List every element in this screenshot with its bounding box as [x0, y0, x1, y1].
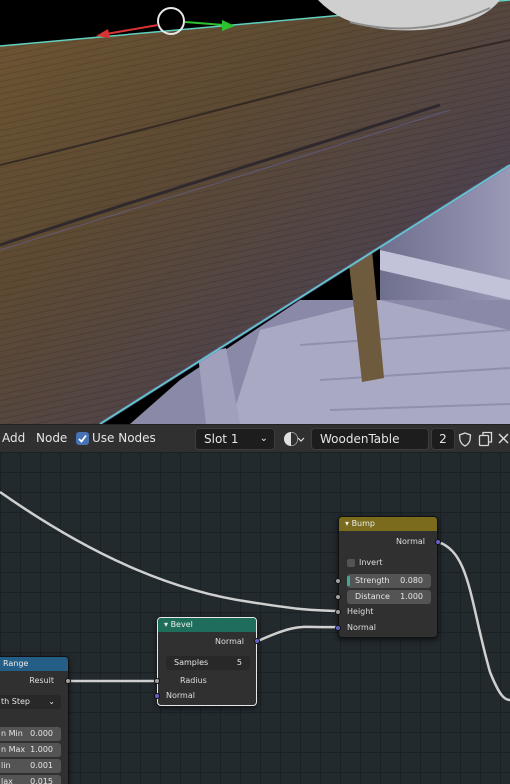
to-min-label: lin	[1, 761, 11, 770]
fake-user-shield-icon[interactable]	[458, 432, 472, 450]
samples-label: Samples	[174, 658, 209, 667]
interpolation-dropdown[interactable]: th Step ⌄	[0, 695, 61, 709]
to-max-label: lax	[1, 777, 13, 784]
3d-viewport[interactable]	[0, 0, 510, 424]
to-min-field[interactable]: lin 0.001	[0, 759, 61, 773]
use-nodes-checkbox[interactable]	[76, 432, 89, 445]
close-icon[interactable]	[498, 433, 509, 447]
bevel-normal-output-socket[interactable]	[254, 638, 260, 644]
link-bevel-to-bump	[257, 625, 339, 643]
samples-field[interactable]: Samples 5	[166, 656, 250, 670]
bevel-node-header[interactable]: ▾ Bevel	[158, 618, 256, 632]
from-max-value: 1.000	[30, 745, 53, 754]
map-range-node-title: Range	[3, 659, 29, 668]
chevron-down-icon: ⌄	[259, 433, 268, 444]
bump-normal-output-socket[interactable]	[435, 539, 441, 545]
map-range-node-header[interactable]: Range	[0, 657, 68, 671]
bevel-normal-input-label: Normal	[166, 691, 195, 700]
user-count: 2	[439, 432, 447, 446]
bump-node-title: Bump	[351, 519, 375, 528]
use-nodes-label: Use Nodes	[92, 431, 156, 445]
map-range-result-socket[interactable]	[65, 678, 71, 684]
invert-checkbox[interactable]	[347, 559, 355, 567]
material-name: WoodenTable	[320, 432, 400, 446]
transform-gizmo[interactable]	[0, 0, 510, 60]
bump-output-normal-label: Normal	[396, 537, 425, 546]
interpolation-value: th Step	[1, 697, 30, 706]
slot-value: Slot 1	[204, 432, 239, 446]
radius-socket[interactable]	[154, 678, 160, 684]
duplicate-icon[interactable]	[478, 431, 493, 450]
link-to-bump-height	[0, 490, 339, 613]
distance-label: Distance	[355, 592, 390, 601]
chevron-down-icon: ⌄	[48, 697, 55, 706]
collapse-arrow-icon[interactable]: ▾	[164, 620, 168, 629]
from-min-label: n Min	[1, 729, 23, 738]
distance-field[interactable]: Distance 1.000	[347, 590, 431, 604]
samples-value: 5	[236, 658, 242, 667]
link-bump-out	[437, 540, 510, 702]
height-socket[interactable]	[335, 609, 341, 615]
strength-socket[interactable]	[335, 578, 341, 584]
invert-label: Invert	[359, 558, 383, 567]
from-max-field[interactable]: n Max 1.000	[0, 743, 61, 757]
map-range-result-label: Result	[29, 676, 54, 685]
add-menu[interactable]: Add	[2, 431, 25, 445]
viewport-render	[0, 0, 510, 424]
bump-height-label: Height	[347, 607, 374, 616]
material-browse-icon[interactable]	[283, 431, 305, 450]
bevel-normal-input-socket[interactable]	[154, 693, 160, 699]
bump-normal-input-socket[interactable]	[335, 625, 341, 631]
strength-field[interactable]: Strength 0.080	[347, 574, 431, 588]
slot-dropdown[interactable]: Slot 1 ⌄	[195, 428, 275, 450]
bevel-output-normal-label: Normal	[215, 637, 244, 646]
node-menu[interactable]: Node	[36, 431, 67, 445]
distance-socket[interactable]	[335, 594, 341, 600]
to-max-field[interactable]: lax 0.015	[0, 775, 61, 784]
from-min-value: 0.000	[30, 729, 53, 738]
collapse-arrow-icon[interactable]: ▾	[345, 519, 349, 528]
strength-label: Strength	[355, 576, 390, 585]
bump-node-header[interactable]: ▾ Bump	[339, 517, 437, 531]
to-min-value: 0.001	[30, 761, 53, 770]
strength-value: 0.080	[400, 576, 423, 585]
from-max-label: n Max	[1, 745, 26, 754]
node-editor-header: Add Node Use Nodes Slot 1 ⌄ WoodenTable …	[0, 424, 510, 452]
bevel-node-title: Bevel	[170, 620, 193, 629]
bump-node[interactable]: ▾ Bump Normal Invert Strength 0.080 Dist…	[338, 516, 438, 638]
to-max-value: 0.015	[30, 777, 53, 784]
checkmark-icon	[78, 434, 87, 443]
map-range-node[interactable]: Range Result th Step ⌄ n Min 0.000 n Max…	[0, 656, 69, 784]
material-name-field[interactable]: WoodenTable	[311, 428, 429, 450]
bevel-radius-label: Radius	[180, 676, 207, 685]
bevel-node[interactable]: ▾ Bevel Normal Samples 5 Radius Normal	[157, 617, 257, 706]
user-count-button[interactable]: 2	[431, 428, 455, 450]
from-min-field[interactable]: n Min 0.000	[0, 727, 61, 741]
strength-slider-fill	[347, 576, 350, 586]
node-editor-canvas[interactable]: ▾ Bump Normal Invert Strength 0.080 Dist…	[0, 452, 510, 784]
bump-normal-input-label: Normal	[347, 623, 376, 632]
distance-value: 1.000	[400, 592, 423, 601]
